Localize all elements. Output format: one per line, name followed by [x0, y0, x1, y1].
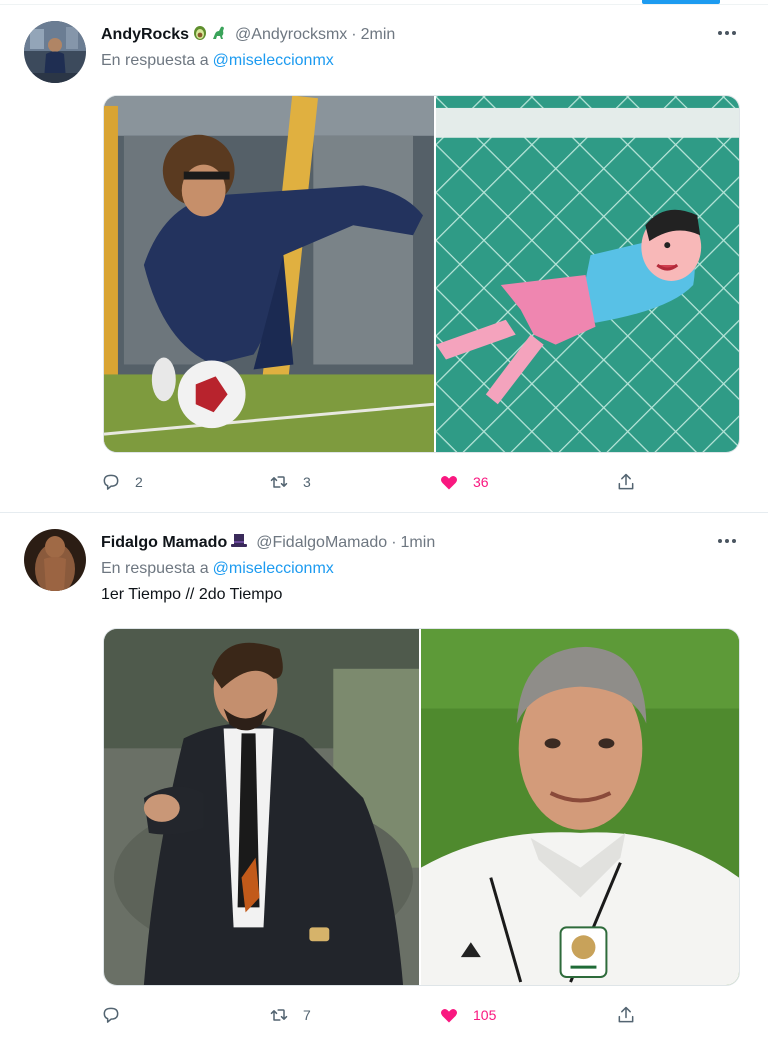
more-icon-dot	[718, 539, 722, 543]
avocado-emoji	[192, 25, 208, 45]
avatar[interactable]	[24, 529, 86, 591]
display-name[interactable]: Fidalgo Mamado	[101, 534, 227, 552]
avatar[interactable]	[24, 21, 86, 83]
more-icon-dot	[718, 31, 722, 35]
reply-button[interactable]: 2	[101, 468, 143, 496]
like-count: 105	[473, 1007, 497, 1023]
tweet[interactable]: Fidalgo Mamado @FidalgoMamado · 1min En …	[0, 513, 768, 1037]
tweet-actions: 2 3 36	[101, 468, 661, 496]
more-icon-dot	[725, 539, 729, 543]
heart-icon	[440, 1009, 458, 1023]
share-icon	[618, 473, 634, 490]
retweet-count: 3	[303, 474, 311, 490]
like-button[interactable]: 36	[439, 468, 489, 496]
reply-icon	[103, 474, 119, 490]
more-icon-dot	[732, 539, 736, 543]
tweet-text: 1er Tiempo // 2do Tiempo	[101, 586, 283, 603]
heart-icon	[440, 476, 458, 490]
tweet-media[interactable]	[103, 95, 740, 453]
top-hat-emoji	[230, 533, 248, 553]
retweet-button[interactable]: 7	[269, 1001, 311, 1029]
reply-count: 2	[135, 474, 143, 490]
retweet-icon	[270, 1009, 288, 1021]
user-handle[interactable]: @FidalgoMamado	[256, 534, 387, 552]
timestamp[interactable]: 1min	[401, 534, 436, 552]
tweet-media[interactable]	[103, 628, 740, 986]
reply-prefix: En respuesta a	[101, 560, 209, 577]
mention-link[interactable]: @miseleccionmx	[213, 560, 334, 577]
reply-icon	[103, 1007, 119, 1023]
display-name[interactable]: AndyRocks	[101, 26, 189, 44]
share-button[interactable]	[616, 468, 636, 496]
coach-in-white-jacket-photo[interactable]	[421, 629, 739, 985]
separator-dot: ·	[391, 534, 397, 551]
goalkeeper-diving-photo[interactable]	[104, 96, 434, 452]
tweet-actions: 7 105	[101, 1001, 661, 1029]
reply-prefix: En respuesta a	[101, 52, 209, 69]
timestamp[interactable]: 2min	[361, 26, 396, 44]
mention-link[interactable]: @miseleccionmx	[213, 52, 334, 69]
more-icon-dot	[732, 31, 736, 35]
retweet-icon	[270, 476, 288, 488]
like-count: 36	[473, 474, 489, 490]
share-icon	[618, 1006, 634, 1023]
separator-dot: ·	[351, 26, 357, 43]
like-button[interactable]: 105	[439, 1001, 496, 1029]
reply-context: En respuesta a @miseleccionmx	[101, 52, 334, 70]
cartoon-goalkeeper-drawing[interactable]	[435, 96, 739, 452]
retweet-button[interactable]: 3	[269, 468, 311, 496]
more-options-button[interactable]	[714, 531, 740, 551]
share-button[interactable]	[616, 1001, 636, 1029]
user-handle[interactable]: @Andyrocksmx	[235, 26, 347, 44]
reply-button[interactable]	[101, 1001, 135, 1029]
tweet[interactable]: AndyRocks @Andyrocksmx · 2min En respues…	[0, 5, 768, 513]
retweet-count: 7	[303, 1007, 311, 1023]
reply-context: En respuesta a @miseleccionmx	[101, 560, 334, 578]
dinosaur-emoji	[211, 25, 227, 45]
more-options-button[interactable]	[714, 23, 740, 43]
more-icon-dot	[725, 31, 729, 35]
coach-in-suit-photo[interactable]	[104, 629, 420, 985]
